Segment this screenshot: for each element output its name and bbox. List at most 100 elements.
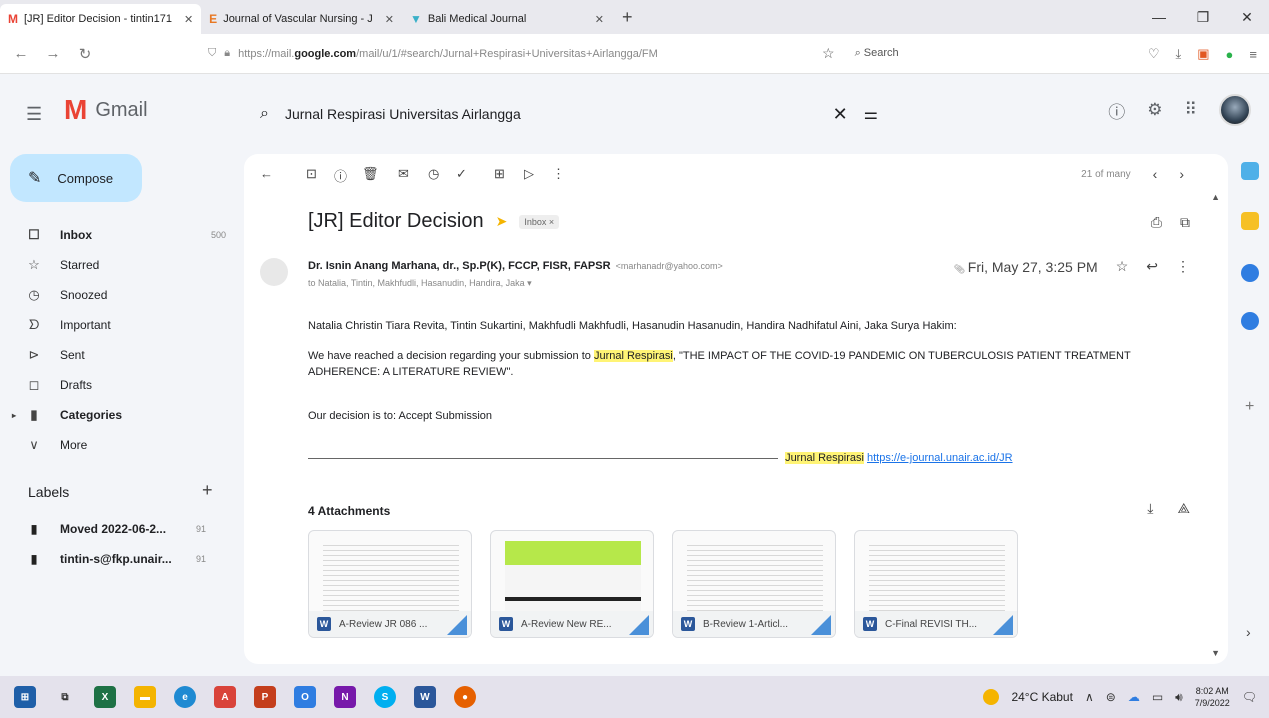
download-icon[interactable]: ⤓ <box>1176 46 1182 62</box>
excel-icon[interactable]: X <box>94 686 116 708</box>
browser-tab-vascular-nursing[interactable]: E Journal of Vascular Nursing - J ✕ <box>201 4 402 34</box>
word-icon[interactable]: W <box>414 686 436 708</box>
mail-search-bar[interactable]: ⌕ Jurnal Respirasi Universitas Airlangga… <box>244 92 894 136</box>
reply-icon[interactable]: ↩ <box>1146 258 1158 275</box>
notification-icon[interactable]: 🗨︎ <box>1242 690 1257 704</box>
help-icon[interactable]: ⓘ <box>1108 98 1125 123</box>
reload-icon[interactable]: ↻ <box>76 45 94 63</box>
download-all-icon[interactable]: ⤓ <box>1147 500 1153 517</box>
star-message-icon[interactable]: ☆ <box>1116 258 1129 275</box>
snooze-icon[interactable]: ◷ <box>428 166 439 182</box>
expand-panel-icon[interactable]: › <box>1246 624 1251 640</box>
important-marker-icon[interactable]: ➤ <box>496 213 508 230</box>
add-label-icon[interactable]: + <box>202 480 213 501</box>
close-tab-icon[interactable]: ✕ <box>385 13 394 26</box>
compose-button[interactable]: ✎ Compose <box>10 154 142 202</box>
battery-icon[interactable]: ▭ <box>1152 690 1163 704</box>
task-view-icon[interactable]: ⧉ <box>54 686 76 708</box>
menu-icon[interactable]: ≡ <box>1249 47 1257 62</box>
inbox-label-chip[interactable]: Inbox × <box>519 214 560 229</box>
weather-icon[interactable] <box>983 689 1000 705</box>
open-new-window-icon[interactable]: ⧉ <box>1180 214 1190 231</box>
keep-icon[interactable] <box>1241 212 1259 230</box>
older-chevron-icon[interactable]: › <box>1179 166 1184 182</box>
add-task-icon[interactable]: ✓ <box>456 166 467 182</box>
archive-icon[interactable]: ⊡ <box>306 166 317 182</box>
contacts-icon[interactable] <box>1241 312 1259 330</box>
forward-icon[interactable]: → <box>44 45 62 62</box>
label-item-moved[interactable]: ▮ Moved 2022-06-2... 91 <box>0 514 240 544</box>
powerpoint-icon[interactable]: P <box>254 686 276 708</box>
label-item-tintin[interactable]: ▮ tintin-s@fkp.unair... 91 <box>0 544 240 574</box>
back-to-list-icon[interactable]: ← <box>260 166 273 181</box>
extension-icon[interactable]: ▣ <box>1197 46 1209 62</box>
sidebar-item-starred[interactable]: ☆ Starred <box>0 250 240 280</box>
sidebar-item-sent[interactable]: ⊳ Sent <box>0 340 240 370</box>
print-icon[interactable]: ⎙ <box>1151 214 1162 231</box>
weather-text[interactable]: 24°C Kabut <box>1011 690 1073 704</box>
clock[interactable]: 8:02 AM 7/9/2022 <box>1195 685 1230 709</box>
calendar-icon[interactable] <box>1241 162 1259 180</box>
pocket-icon[interactable]: ♡ <box>1148 46 1160 62</box>
save-to-drive-icon[interactable]: ⟁ <box>1178 500 1191 517</box>
firefox-icon[interactable]: ● <box>454 686 476 708</box>
sidebar-item-drafts[interactable]: ◻ Drafts <box>0 370 240 400</box>
back-icon[interactable]: ← <box>12 45 30 62</box>
report-spam-icon[interactable]: ⓘ <box>334 166 347 185</box>
skype-icon[interactable]: S <box>374 686 396 708</box>
attachment-card[interactable]: W A-Review New RE... <box>490 530 654 638</box>
new-tab-button[interactable]: + <box>612 7 643 34</box>
outlook-icon[interactable]: O <box>294 686 316 708</box>
extension-green-icon[interactable]: ● <box>1226 47 1234 62</box>
newer-chevron-icon[interactable]: ‹ <box>1153 166 1158 182</box>
main-menu-icon[interactable]: ☰ <box>26 104 42 125</box>
close-tab-icon[interactable]: ✕ <box>595 13 604 26</box>
volume-icon[interactable]: 🔊︎ <box>1175 690 1183 705</box>
browser-search-box[interactable]: ⌕ Search <box>855 47 899 60</box>
acrobat-icon[interactable]: A <box>214 686 236 708</box>
gmail-logo[interactable]: M Gmail <box>64 96 148 124</box>
close-window-icon[interactable]: ✕ <box>1225 0 1269 34</box>
tasks-icon[interactable] <box>1241 264 1259 282</box>
search-input[interactable]: Jurnal Respirasi Universitas Airlangga <box>285 106 817 122</box>
attachment-card[interactable]: W C-Final REVISI TH... <box>854 530 1018 638</box>
journal-link[interactable]: https://e-journal.unair.ac.id/JR <box>867 452 1013 464</box>
tray-chevron-icon[interactable]: ∧ <box>1085 690 1094 704</box>
onedrive-icon[interactable]: ☁ <box>1128 690 1140 704</box>
sidebar-item-important[interactable]: ᗤ Important <box>0 310 240 340</box>
edge-icon[interactable]: e <box>174 686 196 708</box>
recipients[interactable]: to Natalia, Tintin, Makhfudli, Hasanudin… <box>308 278 532 289</box>
file-explorer-icon[interactable]: ▬ <box>134 686 156 708</box>
attachment-card[interactable]: W B-Review 1-Articl... <box>672 530 836 638</box>
browser-tab-gmail[interactable]: M [JR] Editor Decision - tintin171 ✕ <box>0 4 202 34</box>
sidebar-item-more[interactable]: ∨ More <box>0 430 240 460</box>
move-to-icon[interactable]: ⊞ <box>494 166 505 182</box>
sidebar-item-inbox[interactable]: ☐ Inbox 500 <box>0 220 240 250</box>
restore-icon[interactable]: ❐ <box>1181 0 1225 34</box>
network-icon[interactable]: ⊜ <box>1106 690 1116 704</box>
search-options-icon[interactable]: ⚌ <box>864 104 878 124</box>
message-more-icon[interactable]: ⋮ <box>1176 258 1190 275</box>
url-bar[interactable]: ⛉ 🔒︎ https://mail.google.com/mail/u/1/#s… <box>208 47 808 60</box>
settings-gear-icon[interactable]: ⚙ <box>1147 100 1162 120</box>
apps-grid-icon[interactable]: ⠿ <box>1185 100 1197 120</box>
label-as-icon[interactable]: ▷ <box>524 166 534 182</box>
sidebar-item-snoozed[interactable]: ◷ Snoozed <box>0 280 240 310</box>
expand-caret-icon[interactable]: ▸ <box>12 411 16 420</box>
windows-start-icon[interactable]: ⊞ <box>14 686 36 708</box>
scroll-up-icon[interactable]: ▲ <box>1211 192 1220 202</box>
scroll-down-icon[interactable]: ▼ <box>1211 648 1220 658</box>
attachment-card[interactable]: W A-Review JR 086 ... <box>308 530 472 638</box>
account-avatar[interactable] <box>1219 94 1251 126</box>
search-icon[interactable]: ⌕ <box>260 105 269 123</box>
bookmark-star-icon[interactable]: ☆ <box>822 45 835 62</box>
minimize-icon[interactable]: — <box>1137 0 1181 34</box>
more-options-icon[interactable]: ⋮ <box>552 166 565 182</box>
get-addons-icon[interactable]: + <box>1245 398 1254 416</box>
close-tab-icon[interactable]: ✕ <box>184 13 193 26</box>
clear-search-icon[interactable]: ✕ <box>833 104 848 125</box>
mark-unread-icon[interactable]: ✉ <box>398 166 409 182</box>
sidebar-item-categories[interactable]: ▸ ▮ Categories <box>0 400 240 430</box>
onenote-icon[interactable]: N <box>334 686 356 708</box>
browser-tab-bali-medical[interactable]: ▼ Bali Medical Journal ✕ <box>402 4 612 34</box>
